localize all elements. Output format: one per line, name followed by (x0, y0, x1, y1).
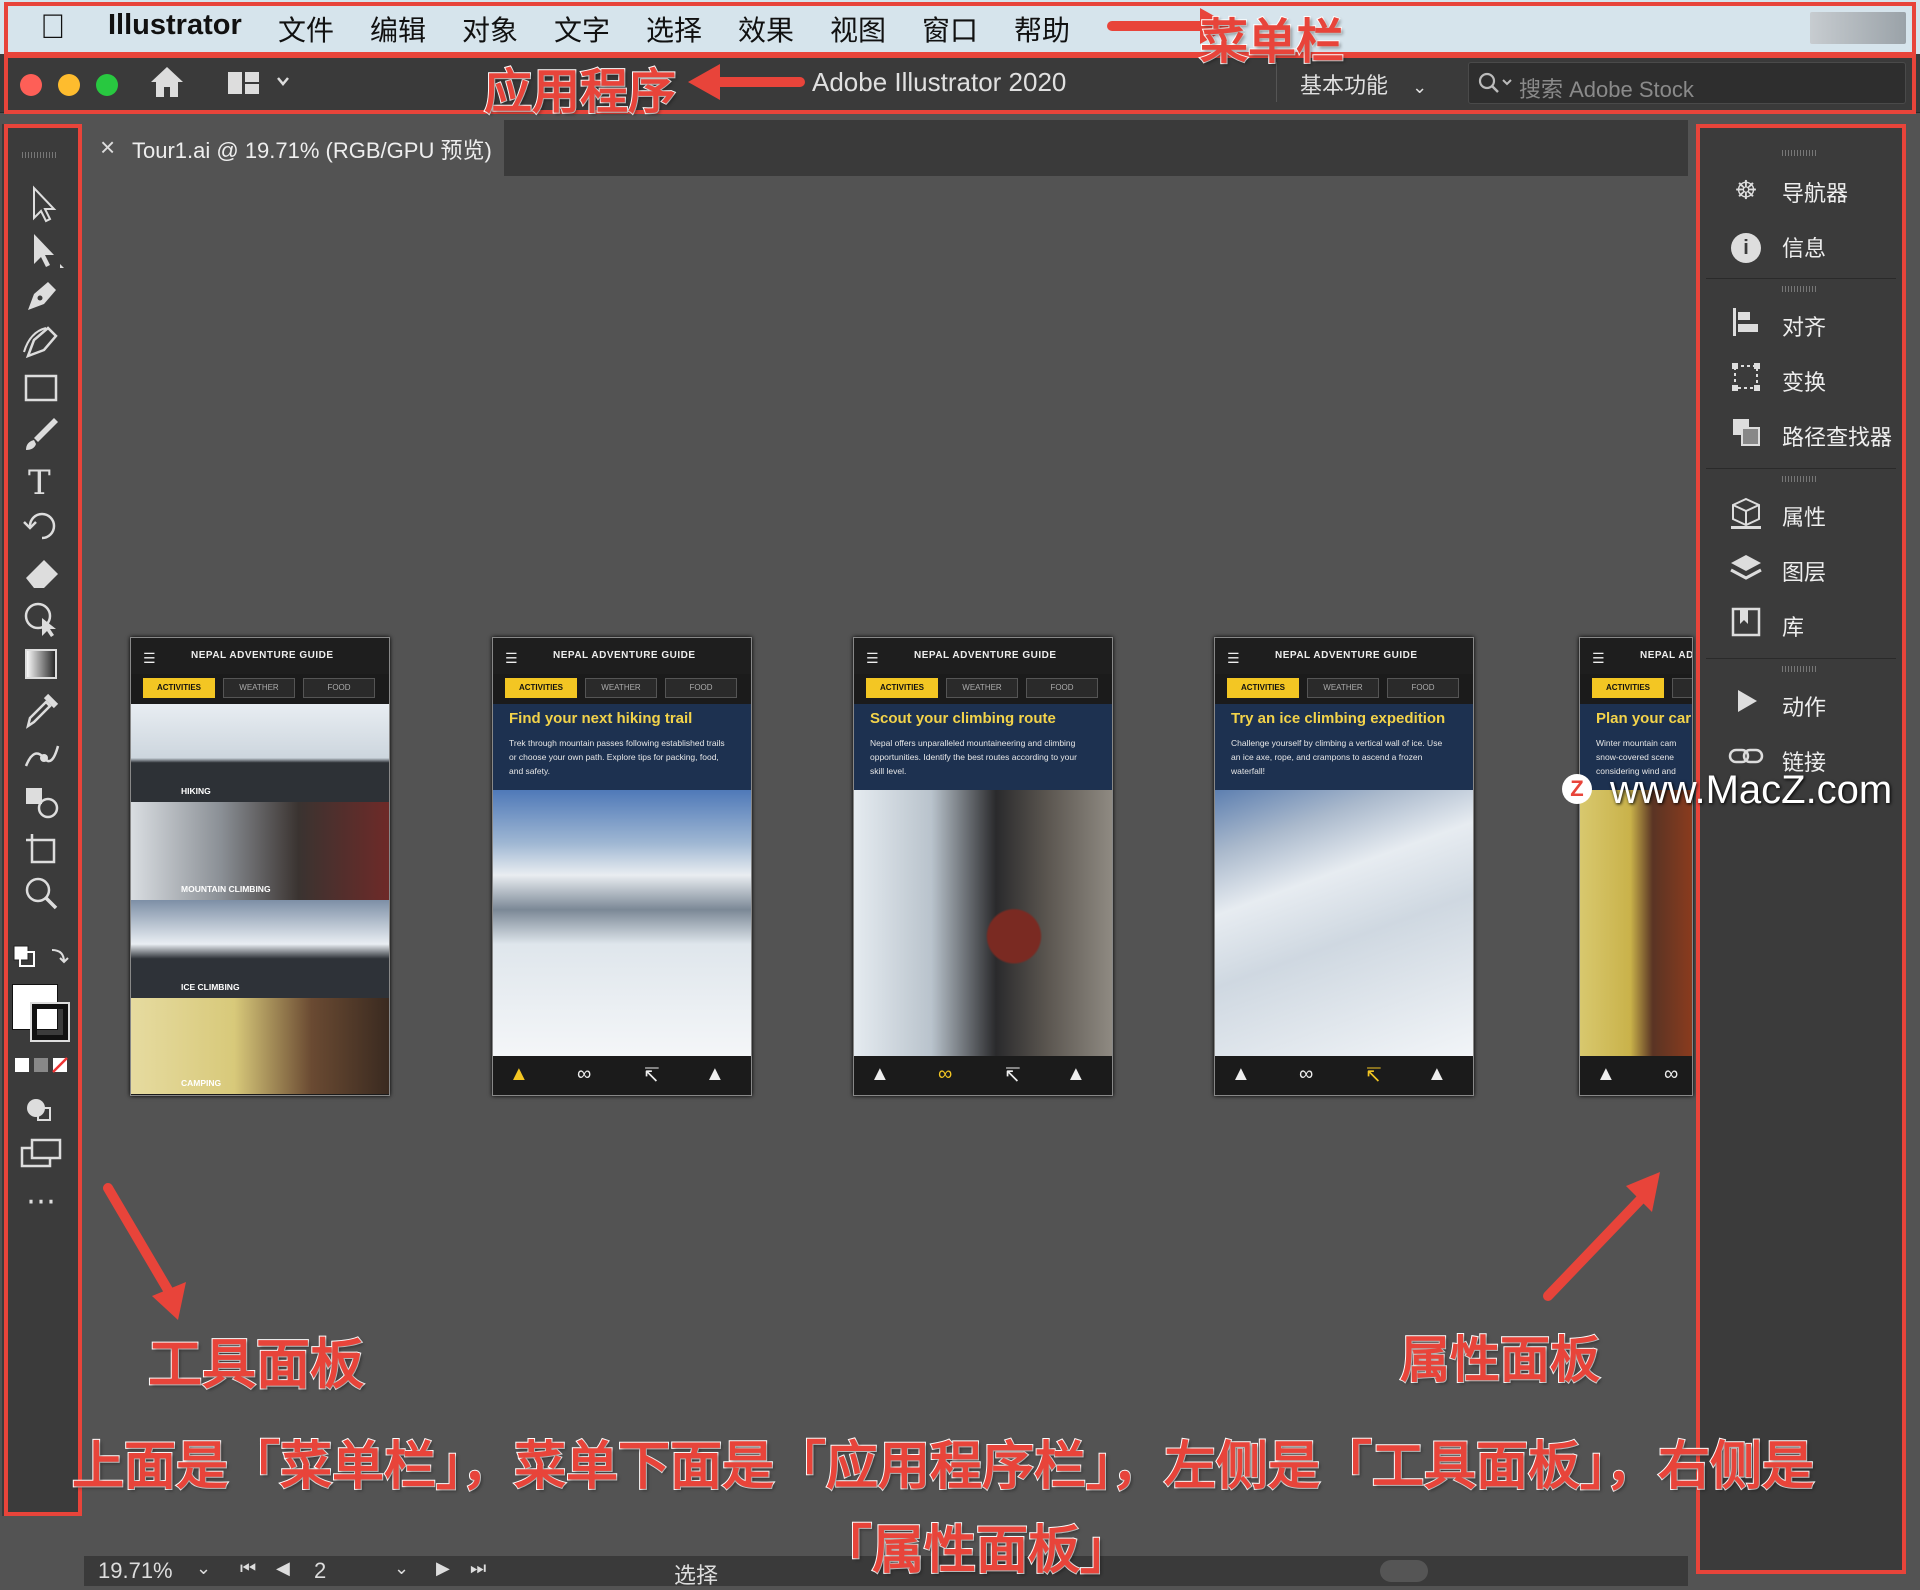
label-menubar: 菜单栏 (1199, 15, 1345, 70)
label-properties: 属性面板 (1399, 1331, 1601, 1389)
arrow-tools (103, 1183, 173, 1295)
caption-line-2: 「属性面板」 (819, 1521, 1133, 1581)
watermark-text: www.MacZ.com (1610, 768, 1893, 812)
arrow-properties (1543, 1195, 1645, 1301)
watermark-logo-icon: Z (1562, 774, 1592, 804)
label-appbar: 应用程序 (483, 65, 677, 120)
label-tools: 工具面板 (147, 1334, 365, 1396)
caption-line-1: 上面是「菜单栏」，菜单下面是「应用程序栏」，左侧是「工具面板」，右侧是 (71, 1437, 1815, 1497)
